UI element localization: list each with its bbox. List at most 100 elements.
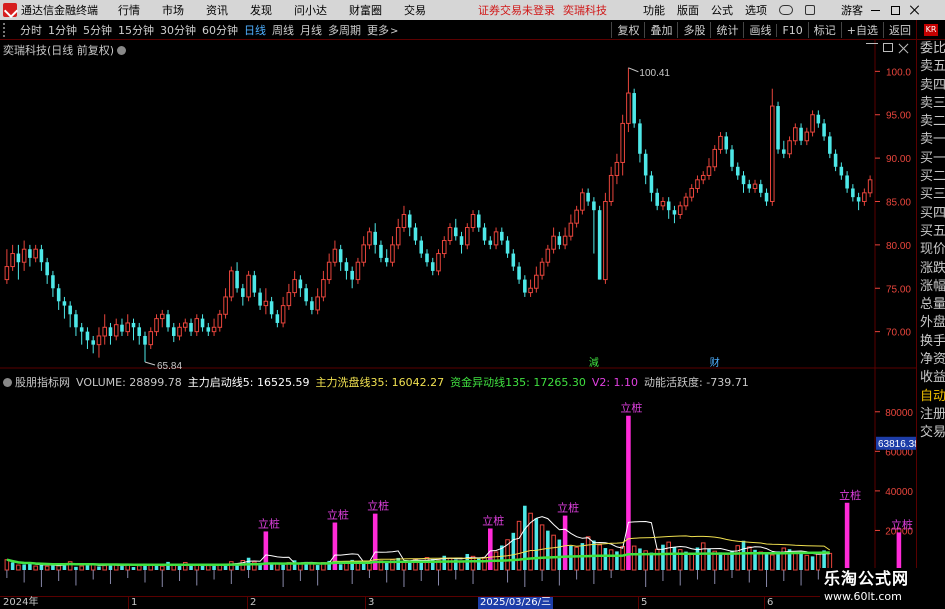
toolbar-grip-icon[interactable] bbox=[3, 22, 17, 37]
candle-body-down bbox=[666, 201, 671, 211]
tool-drawing[interactable]: 画线 bbox=[743, 22, 776, 38]
tool-adjust[interactable]: 复权 bbox=[611, 22, 644, 38]
volume-bar-up bbox=[44, 565, 50, 571]
tool-multi-stock[interactable]: 多股 bbox=[677, 22, 710, 38]
indicator-gear-icon[interactable] bbox=[3, 377, 12, 387]
minimize-icon[interactable] bbox=[871, 5, 881, 15]
quote-field[interactable]: 注册 bbox=[917, 406, 945, 424]
tool-add-watchlist[interactable]: +自选 bbox=[840, 22, 883, 38]
quote-field[interactable]: 涨跌 bbox=[917, 260, 945, 278]
period-multi[interactable]: 多周期 bbox=[328, 22, 361, 38]
quote-field[interactable]: 买一 bbox=[917, 150, 945, 168]
tool-f10[interactable]: F10 bbox=[776, 23, 807, 37]
candle-body-up bbox=[534, 274, 539, 289]
close-icon[interactable] bbox=[910, 5, 920, 15]
market-badge[interactable]: KR bbox=[917, 20, 945, 40]
period-intraday[interactable]: 分时 bbox=[20, 22, 42, 38]
period-monthly[interactable]: 月线 bbox=[300, 22, 322, 38]
pane-maximize-icon[interactable] bbox=[883, 43, 893, 52]
quote-field[interactable]: 买四 bbox=[917, 205, 945, 223]
volume-tick-label: 80000 bbox=[885, 408, 913, 419]
quote-field[interactable]: 总量 bbox=[917, 296, 945, 314]
chart-svg[interactable]: 100.0 95.00 90.00 85.00 80.00 75.00 70.00 80000… bbox=[0, 40, 916, 596]
menu-ask[interactable]: 问小达 bbox=[294, 2, 327, 18]
tool-back[interactable]: 返回 bbox=[883, 22, 916, 38]
period-60min[interactable]: 60分钟 bbox=[202, 22, 238, 38]
message-icon[interactable] bbox=[805, 5, 815, 15]
candle-body-up bbox=[568, 222, 574, 237]
signal-bar bbox=[488, 528, 493, 570]
quote-field[interactable]: 收益 bbox=[917, 369, 945, 387]
candle-body-up bbox=[390, 244, 395, 263]
menu-market[interactable]: 市场 bbox=[162, 2, 184, 18]
login-warning[interactable]: 证券交易未登录 bbox=[478, 2, 555, 18]
candle-body-up bbox=[545, 248, 551, 263]
quote-field[interactable]: 卖五 bbox=[917, 58, 945, 76]
signal-bar bbox=[626, 415, 631, 570]
cursor-value-label: 63816.38 bbox=[878, 439, 916, 450]
high-price-label: 100.41 bbox=[639, 68, 670, 79]
candle-body-up bbox=[96, 335, 102, 346]
candle-body-down bbox=[724, 136, 729, 150]
menu-trade[interactable]: 交易 bbox=[404, 2, 426, 18]
menu-function[interactable]: 功能 bbox=[643, 2, 665, 18]
candle-body-up bbox=[770, 105, 775, 202]
quote-field[interactable]: 卖四 bbox=[917, 77, 945, 95]
quote-field[interactable]: 现价 bbox=[917, 241, 945, 259]
candle-body-down bbox=[407, 214, 412, 228]
candle-body-down bbox=[505, 240, 510, 254]
period-daily[interactable]: 日线 bbox=[244, 22, 266, 38]
chart-title-text: 奕瑞科技(日线 前复权) bbox=[3, 44, 115, 57]
period-more[interactable]: 更多> bbox=[367, 22, 398, 38]
period-30min[interactable]: 30分钟 bbox=[160, 22, 196, 38]
volume-bar-down bbox=[638, 548, 642, 570]
date-axis-bar: 2024年 1 2 3 2025/03/26/三 5 6 bbox=[0, 596, 945, 609]
tool-mark[interactable]: 标记 bbox=[807, 22, 841, 38]
pane-minimize-icon[interactable] bbox=[866, 43, 878, 55]
quote-field[interactable]: 买五 bbox=[917, 223, 945, 241]
quote-field[interactable]: 换手 bbox=[917, 333, 945, 351]
period-weekly[interactable]: 周线 bbox=[272, 22, 294, 38]
candle-body-up bbox=[603, 200, 608, 281]
menu-news[interactable]: 资讯 bbox=[206, 2, 228, 18]
volume-bar-down bbox=[177, 566, 182, 570]
menu-options[interactable]: 选项 bbox=[745, 2, 767, 18]
indicator-name[interactable]: 股朋指标网 bbox=[15, 374, 70, 390]
guest-user[interactable]: 游客 bbox=[841, 2, 863, 18]
candle-body-up bbox=[626, 92, 631, 124]
settings-gear-icon[interactable] bbox=[117, 46, 127, 55]
quote-field[interactable]: 净资 bbox=[917, 351, 945, 369]
quote-field[interactable]: 买二 bbox=[917, 168, 945, 186]
menu-quotes[interactable]: 行情 bbox=[118, 2, 140, 18]
quote-side-panel: KR 委比 卖五 卖四 卖三 卖二 卖一 买一 买二 买三 买四 买五 现价 涨跌 涨幅 总量 外盘 换手 净资收… bbox=[916, 20, 945, 596]
period-5min[interactable]: 5分钟 bbox=[83, 22, 112, 38]
tool-statistics[interactable]: 统计 bbox=[710, 22, 743, 38]
quote-field[interactable]: 买三 bbox=[917, 186, 945, 204]
volume-tick-label: 40000 bbox=[885, 487, 913, 498]
maximize-icon[interactable] bbox=[891, 5, 900, 15]
quote-field[interactable]: 委比 bbox=[917, 40, 945, 58]
candle-body-up bbox=[332, 248, 338, 263]
period-15min[interactable]: 15分钟 bbox=[118, 22, 154, 38]
candle-body-up bbox=[113, 324, 119, 337]
menu-layout[interactable]: 版面 bbox=[677, 2, 699, 18]
quote-field[interactable]: 卖二 bbox=[917, 113, 945, 131]
quote-field[interactable]: 交易 bbox=[917, 424, 945, 442]
menu-discover[interactable]: 发现 bbox=[250, 2, 272, 18]
tool-overlay[interactable]: 叠加 bbox=[644, 22, 677, 38]
cloud-icon[interactable] bbox=[779, 5, 793, 15]
quote-field[interactable]: 卖三 bbox=[917, 95, 945, 113]
quote-field[interactable]: 外盘 bbox=[917, 314, 945, 332]
menu-wealth[interactable]: 财富圈 bbox=[349, 2, 382, 18]
menu-formula[interactable]: 公式 bbox=[711, 2, 733, 18]
candle-body-down bbox=[776, 106, 780, 150]
date-label-jan: 1 bbox=[131, 597, 138, 608]
kline-chart-area[interactable]: 100.0 95.00 90.00 85.00 80.00 75.00 70.00 80000… bbox=[0, 40, 916, 596]
pane-close-icon[interactable] bbox=[898, 43, 910, 55]
quote-field[interactable]: 卖一 bbox=[917, 131, 945, 149]
period-1min[interactable]: 1分钟 bbox=[48, 22, 77, 38]
quote-field[interactable]: 涨幅 bbox=[917, 278, 945, 296]
volume-bar-down bbox=[22, 564, 26, 570]
quote-field[interactable]: 自动 bbox=[917, 388, 945, 406]
volume-bar-down bbox=[154, 565, 159, 570]
